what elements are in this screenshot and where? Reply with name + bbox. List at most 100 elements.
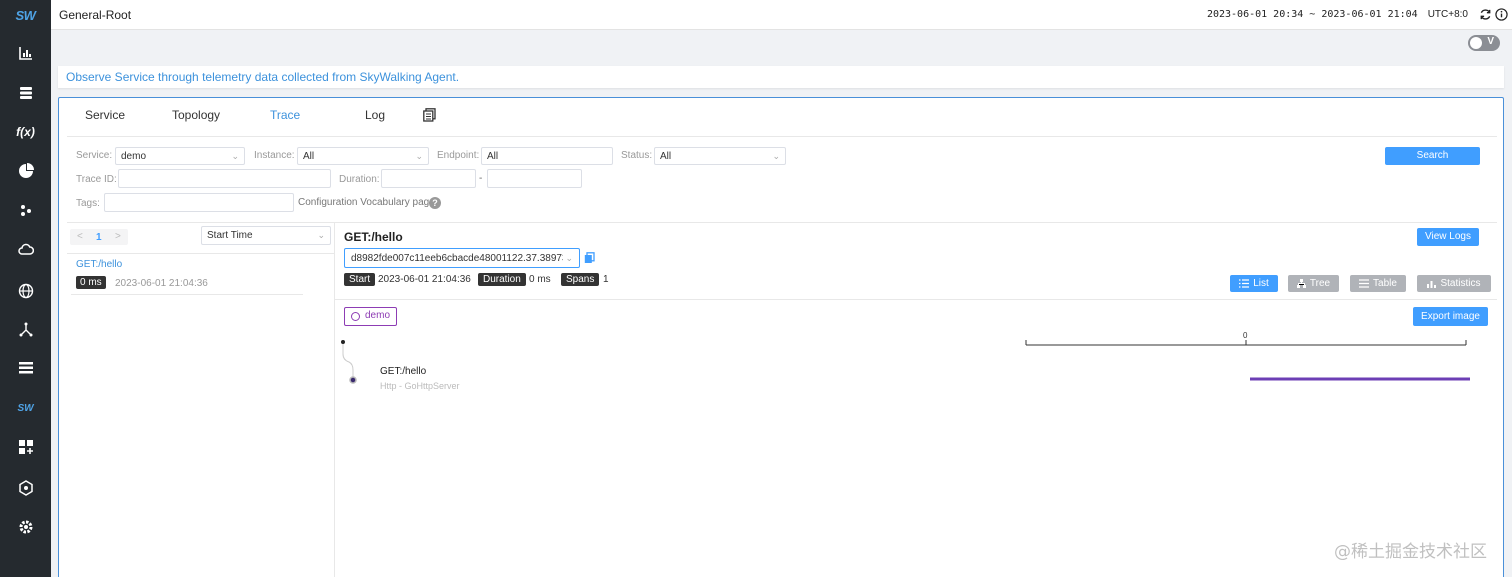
database-icon[interactable] [0, 81, 51, 105]
globe-icon[interactable] [0, 279, 51, 303]
chevron-down-icon: ⌄ [317, 230, 325, 240]
start-value: 2023-06-01 21:04:36 [378, 274, 471, 285]
status-select-value: All [660, 151, 672, 162]
list-item[interactable]: GET:/hello 0 ms 2023-06-01 21:04:36 [67, 253, 335, 295]
table-icon [1359, 279, 1370, 288]
add-widget-icon[interactable] [0, 435, 51, 459]
vocabulary-link[interactable]: Configuration Vocabulary page [298, 197, 435, 208]
info-bar: Observe Service through telemetry data c… [58, 66, 1504, 88]
list-view-button[interactable]: List [1230, 275, 1278, 292]
statistics-view-button[interactable]: Statistics [1417, 275, 1491, 292]
settings-icon[interactable] [0, 515, 51, 539]
chevron-down-icon: ⌄ [231, 151, 239, 161]
tab-log[interactable]: Log [365, 108, 385, 122]
span-name[interactable]: GET:/hello [380, 366, 426, 377]
hexagon-icon[interactable] [0, 476, 51, 500]
instance-select-value: All [303, 151, 315, 162]
copy-icon[interactable] [423, 108, 436, 122]
duration-separator: - [479, 173, 483, 184]
refresh-icon[interactable] [1479, 8, 1492, 21]
span-bar[interactable] [1250, 377, 1470, 381]
list-view-label: List [1253, 278, 1269, 289]
service-label: Service: [76, 150, 113, 161]
duration-min-input[interactable] [381, 169, 476, 188]
spans-value: 1 [603, 274, 609, 285]
pie-chart-icon[interactable] [0, 159, 51, 183]
status-select[interactable]: All ⌄ [654, 147, 786, 165]
tree-view-label: Tree [1309, 278, 1331, 289]
chevron-down-icon: ⌄ [772, 151, 780, 161]
service-select[interactable]: demo ⌄ [115, 147, 245, 165]
span-node-dot[interactable] [349, 376, 357, 384]
copy-trace-id-icon[interactable] [584, 252, 595, 264]
cloud-icon[interactable] [0, 238, 51, 262]
trace-id-value: d8982fde007c11eeb6cbacde48001122.37.3897… [351, 253, 574, 264]
timezone[interactable]: UTC+8:0 [1428, 9, 1468, 20]
nodes-icon[interactable] [0, 198, 51, 222]
duration-tag: Duration [478, 273, 526, 286]
trace-time: 2023-06-01 21:04:36 [115, 278, 208, 289]
endpoint-input-value: All [487, 151, 499, 162]
skywalking-logo[interactable]: SW [0, 4, 51, 28]
tab-service[interactable]: Service [85, 108, 125, 122]
tab-trace[interactable]: Trace [270, 108, 300, 122]
topology-icon[interactable] [0, 318, 51, 342]
trace-filters: Service: demo ⌄ Instance: All ⌄ Endpoint… [67, 136, 1497, 222]
timeline-axis [1025, 340, 1467, 346]
function-icon[interactable]: f(x) [0, 120, 51, 144]
tab-topology[interactable]: Topology [172, 108, 220, 122]
view-logs-button[interactable]: View Logs [1417, 228, 1479, 246]
service-node[interactable]: demo [344, 307, 398, 326]
chevron-down-icon: ⌄ [563, 253, 573, 264]
dashboard-chart-icon[interactable] [0, 41, 51, 65]
info-icon[interactable] [1495, 8, 1508, 21]
duration-max-input[interactable] [487, 169, 582, 188]
trace-id-select[interactable]: d8982fde007c11eeb6cbacde48001122.37.3897… [344, 248, 580, 268]
status-label: Status: [621, 150, 653, 161]
table-view-label: Table [1373, 278, 1397, 289]
skywalking-icon[interactable]: SW [0, 396, 51, 420]
trace-id-input[interactable] [118, 169, 331, 188]
watermark: @稀土掘金技术社区 [1334, 542, 1487, 562]
duration-badge: 0 ms [76, 276, 106, 289]
spans-tag: Spans [561, 273, 600, 286]
trace-detail: GET:/hello View Logs d8982fde007c11eeb6c… [335, 222, 1497, 577]
page-title: General-Root [59, 8, 132, 22]
statistics-icon [1427, 281, 1437, 288]
time-range-value[interactable]: 2023-06-01 20:34 ~ 2023-06-01 21:04 [1207, 9, 1418, 20]
service-node-icon [351, 312, 360, 321]
trace-id-label: Trace ID: [76, 174, 117, 185]
duration-value: 0 ms [529, 274, 551, 285]
axis-tick-label: 0 [1243, 331, 1248, 340]
list-icon[interactable] [0, 356, 51, 380]
main-panel: Service Topology Trace Log Service: demo… [58, 97, 1504, 577]
sort-select-value: Start Time [207, 230, 253, 241]
top-bar: General-Root 2023-06-01 20:34 ~ 2023-06-… [51, 0, 1512, 30]
help-icon[interactable]: ? [429, 197, 441, 209]
toggle-label: V [1487, 36, 1494, 47]
trace-title: GET:/hello [344, 230, 403, 244]
trace-name[interactable]: GET:/hello [76, 259, 122, 270]
sort-select[interactable]: Start Time ⌄ [201, 226, 331, 245]
endpoint-label: Endpoint: [437, 150, 480, 161]
time-range[interactable]: 2023-06-01 20:34 ~ 2023-06-01 21:04 UTC+… [1207, 9, 1468, 20]
divider [335, 299, 1497, 300]
span-component: Http - GoHttpServer [380, 381, 460, 391]
visualization-toggle[interactable]: V [1468, 35, 1500, 51]
trace-list: < 1 > Start Time ⌄ GET:/hello 0 ms 2023-… [67, 222, 335, 577]
tree-view-button[interactable]: Tree [1288, 275, 1339, 292]
page-number[interactable]: 1 [96, 232, 102, 243]
table-view-button[interactable]: Table [1350, 275, 1406, 292]
next-page-button[interactable]: > [115, 231, 121, 242]
instance-label: Instance: [254, 150, 295, 161]
tags-label: Tags: [76, 198, 100, 209]
sidebar: SW f(x) SW [0, 0, 51, 577]
search-button[interactable]: Search [1385, 147, 1480, 165]
endpoint-input[interactable]: All [481, 147, 613, 165]
duration-label: Duration: [339, 174, 380, 185]
export-image-button[interactable]: Export image [1413, 307, 1488, 326]
instance-select[interactable]: All ⌄ [297, 147, 429, 165]
tree-icon [1296, 279, 1306, 288]
prev-page-button[interactable]: < [77, 231, 83, 242]
tags-input[interactable] [104, 193, 294, 212]
